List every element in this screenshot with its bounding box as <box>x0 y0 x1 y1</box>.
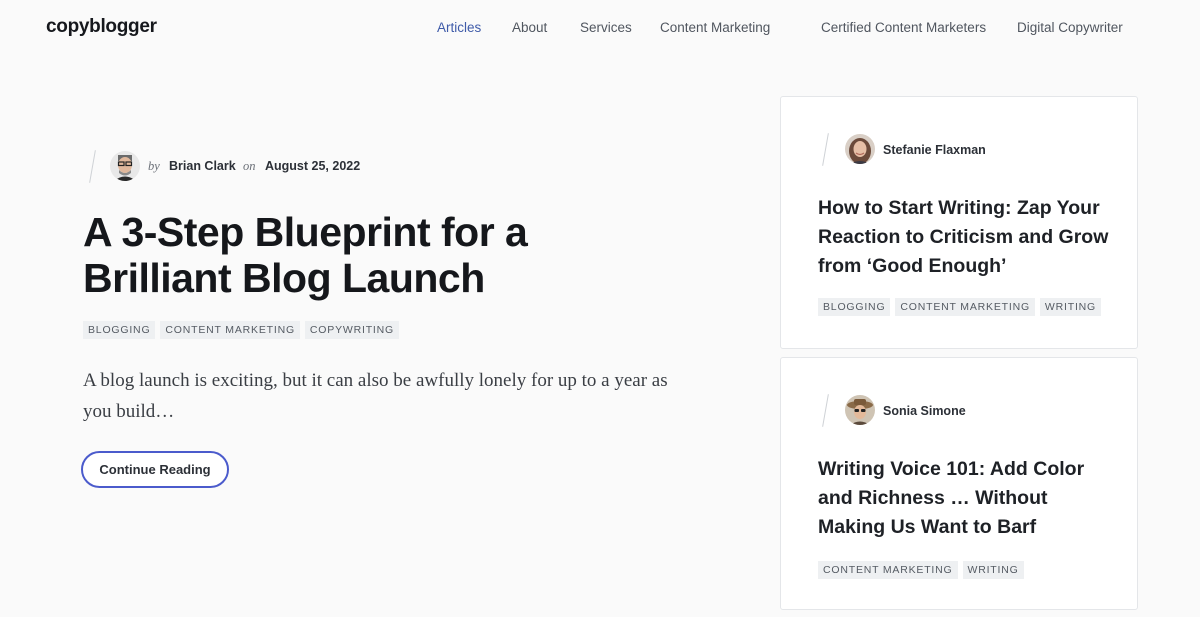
tag-writing[interactable]: WRITING <box>1039 298 1102 316</box>
tag-content-marketing[interactable]: CONTENT MARKETING <box>818 561 958 579</box>
tag-blogging[interactable]: BLOGGING <box>818 298 891 316</box>
nav-item-about[interactable]: About <box>512 20 547 35</box>
meta-divider <box>822 133 829 166</box>
meta-divider <box>822 394 829 427</box>
card-title[interactable]: How to Start Writing: Zap Your Reaction … <box>818 194 1118 281</box>
on-label: on <box>243 159 256 173</box>
sidebar-card: Sonia Simone Writing Voice 101: Add Colo… <box>780 357 1138 610</box>
card-author-name[interactable]: Sonia Simone <box>883 404 966 418</box>
card-author-name[interactable]: Stefanie Flaxman <box>883 143 986 157</box>
author-avatar[interactable] <box>845 134 875 164</box>
card-tags: CONTENT MARKETING WRITING <box>818 561 1024 579</box>
card-title[interactable]: Writing Voice 101: Add Color and Richnes… <box>818 455 1118 542</box>
article-excerpt: A blog launch is exciting, but it can al… <box>83 370 668 422</box>
tag-blogging[interactable]: BLOGGING <box>83 321 156 339</box>
by-label: by <box>148 159 160 173</box>
tag-copywriting[interactable]: COPYWRITING <box>304 321 399 339</box>
author-avatar[interactable] <box>110 151 140 181</box>
card-tags: BLOGGING CONTENT MARKETING WRITING <box>818 298 1102 316</box>
post-date: August 25, 2022 <box>265 159 361 173</box>
nav-item-services[interactable]: Services <box>580 20 632 35</box>
tag-writing[interactable]: WRITING <box>962 561 1024 579</box>
nav-item-digital-copywriter[interactable]: Digital Copywriter <box>1017 20 1123 35</box>
tag-content-marketing[interactable]: CONTENT MARKETING <box>895 298 1035 316</box>
continue-reading-button[interactable]: Continue Reading <box>81 451 229 488</box>
author-avatar[interactable] <box>845 395 875 425</box>
author-name[interactable]: Brian Clark <box>169 159 236 173</box>
main-nav: Articles About Services Content Marketin… <box>0 20 1200 40</box>
nav-item-content-marketing[interactable]: Content Marketing <box>660 20 770 35</box>
nav-item-certified-content-marketers[interactable]: Certified Content Marketers <box>821 20 986 35</box>
nav-item-articles[interactable]: Articles <box>437 20 481 35</box>
tag-content-marketing[interactable]: CONTENT MARKETING <box>160 321 300 339</box>
article-tags: BLOGGING CONTENT MARKETING COPYWRITING <box>83 321 399 339</box>
sidebar-card: Stefanie Flaxman How to Start Writing: Z… <box>780 96 1138 349</box>
meta-divider <box>89 150 96 183</box>
article-title[interactable]: A 3-Step Blueprint for a Brilliant Blog … <box>83 209 643 301</box>
